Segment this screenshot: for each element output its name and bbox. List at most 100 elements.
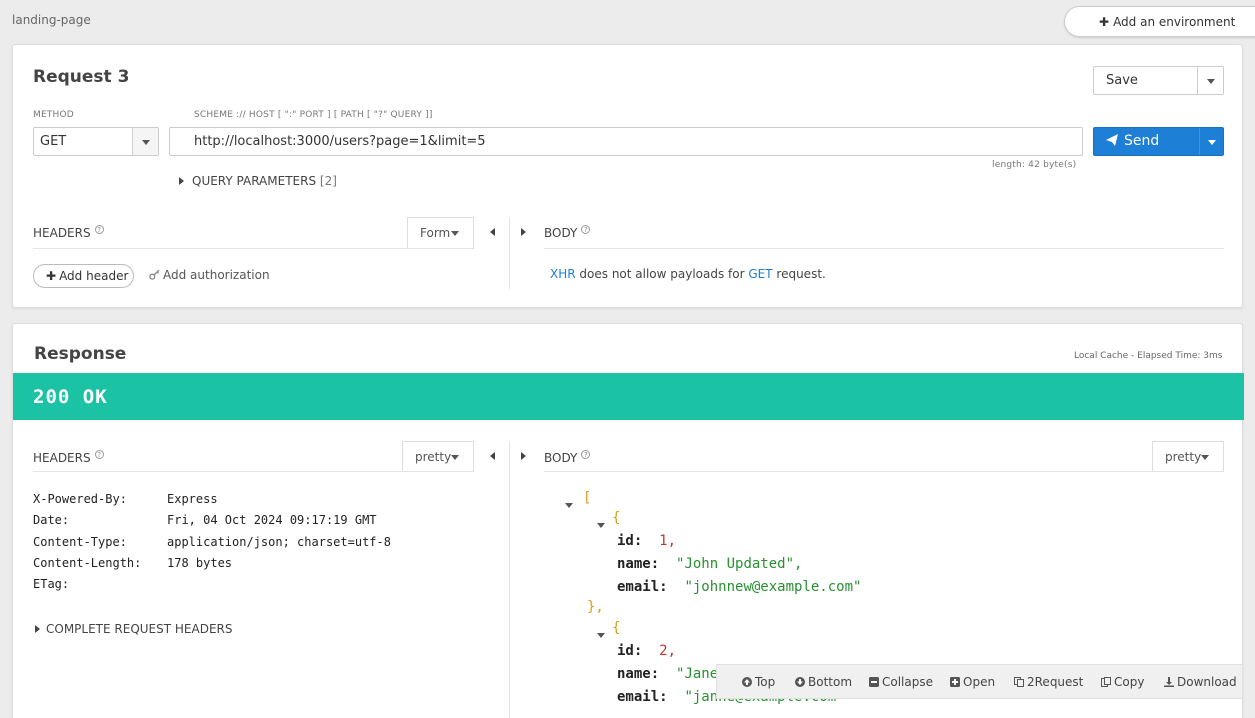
response-panel: Response Local Cache - Elapsed Time: 3ms… — [12, 323, 1244, 718]
headers-mode-value: Form — [420, 226, 451, 240]
chevron-down-icon — [141, 139, 150, 145]
top-label: Top — [755, 675, 776, 689]
open-button[interactable]: Open — [950, 675, 995, 689]
json-open-bracket: [ — [583, 490, 592, 506]
complete-request-headers-toggle[interactable]: COMPLETE REQUEST HEADERS — [35, 622, 233, 636]
scroll-top-button[interactable]: Top — [742, 675, 775, 689]
divider — [544, 471, 1224, 472]
divider — [33, 248, 474, 249]
add-authorization-label: Add authorization — [163, 268, 270, 282]
help-icon[interactable]: ? — [94, 225, 104, 234]
header-row: ETag: — [33, 574, 391, 595]
complete-request-headers-label: COMPLETE REQUEST HEADERS — [46, 622, 233, 636]
response-body-heading: BODY? — [544, 450, 591, 465]
add-environment-label: Add an environment — [1113, 15, 1236, 29]
expand-right-icon[interactable] — [521, 452, 526, 460]
request-headers-heading: HEADERS? — [33, 225, 104, 240]
body-message: XHR does not allow payloads for GET requ… — [550, 267, 826, 281]
divider — [509, 441, 510, 718]
header-key: Content-Type: — [33, 534, 127, 549]
method-dropdown-toggle[interactable] — [132, 128, 158, 155]
save-button[interactable]: Save — [1093, 66, 1224, 95]
open-label: Open — [963, 675, 996, 689]
caret-down-icon — [597, 523, 605, 528]
body-message-text: does not allow payloads for — [575, 267, 749, 281]
method-label: METHOD — [33, 110, 74, 120]
header-row: Content-Type: application/json; charset=u… — [33, 532, 391, 553]
help-icon[interactable]: ? — [94, 450, 104, 459]
response-body-mode-select[interactable]: pretty — [1152, 441, 1224, 472]
to-request-label: 2Request — [1027, 675, 1084, 689]
save-label: Save — [1106, 73, 1138, 88]
caret-right-icon — [179, 177, 184, 185]
plus-square-icon — [950, 677, 960, 687]
divider — [544, 248, 1224, 249]
divider — [33, 471, 474, 472]
response-headers-mode-select[interactable]: pretty — [402, 441, 474, 472]
header-row: Date: Fri, 04 Oct 2024 09:17:19 GMT — [33, 510, 391, 531]
collapse-object-toggle[interactable] — [597, 516, 605, 532]
collapse-left-icon[interactable] — [490, 452, 495, 460]
plus-icon: ✚ — [1099, 15, 1110, 29]
header-value: Express — [167, 492, 218, 506]
download-button[interactable]: Download — [1164, 675, 1237, 689]
json-key: name: — [617, 666, 660, 682]
json-number: 1, — [659, 533, 677, 549]
xhr-link[interactable]: XHR — [550, 267, 576, 281]
download-label: Download — [1177, 675, 1237, 689]
send-dropdown-toggle[interactable] — [1199, 128, 1223, 155]
divider — [509, 217, 510, 289]
plus-icon: ✚ — [46, 269, 57, 283]
clipboard-icon — [1101, 677, 1111, 687]
copy-files-icon — [1014, 677, 1024, 687]
request-title: Request 3 — [33, 67, 130, 87]
url-input[interactable]: http://localhost:3000/users?page=1&limit… — [169, 127, 1083, 156]
scroll-bottom-button[interactable]: Bottom — [795, 675, 852, 689]
breadcrumb: landing-page — [12, 13, 91, 27]
caret-down-icon — [565, 503, 573, 508]
json-number: 2, — [659, 643, 677, 659]
copy-button[interactable]: Copy — [1101, 675, 1144, 689]
header-value: application/json; charset=utf-8 — [167, 534, 391, 549]
response-title: Response — [34, 344, 127, 364]
collapse-label: Collapse — [882, 675, 933, 689]
header-row: X-Powered-By: Express — [33, 489, 391, 510]
json-toolbar: Top Bottom Collapse Open 2Request Copy D… — [716, 664, 1243, 699]
response-headers-label: HEADERS — [33, 451, 91, 465]
query-parameters-label: QUERY PARAMETERS — [192, 174, 317, 188]
save-dropdown-toggle[interactable] — [1197, 67, 1223, 94]
help-icon[interactable]: ? — [581, 225, 591, 234]
query-parameters-count: [2] — [319, 174, 337, 188]
json-open-brace: { — [612, 510, 621, 526]
paper-plane-icon — [1106, 134, 1118, 146]
bottom-label: Bottom — [808, 675, 853, 689]
expand-right-icon[interactable] — [521, 228, 526, 236]
method-select[interactable]: GET — [33, 127, 159, 156]
header-key: ETag: — [33, 577, 70, 592]
header-value: Fri, 04 Oct 2024 09:17:19 GMT — [167, 513, 377, 528]
response-headers-heading: HEADERS? — [33, 450, 104, 465]
help-icon[interactable]: ? — [581, 450, 591, 459]
collapse-object-toggle[interactable] — [597, 626, 605, 642]
header-row: Content-Length: 178 bytes — [33, 553, 391, 574]
chevron-down-icon — [451, 455, 459, 460]
json-key: id: — [617, 643, 643, 659]
collapse-array-toggle[interactable] — [565, 496, 573, 512]
json-close-brace: }, — [587, 599, 604, 615]
request-body-heading: BODY? — [544, 225, 591, 240]
send-button[interactable]: Send — [1093, 127, 1224, 156]
method-link[interactable]: GET — [748, 267, 772, 281]
add-header-label: Add header — [59, 269, 129, 283]
add-header-button[interactable]: ✚ Add header — [33, 264, 134, 288]
to-request-button[interactable]: 2Request — [1014, 675, 1083, 689]
add-authorization-link[interactable]: Add authorization — [149, 268, 270, 282]
headers-mode-select[interactable]: Form — [407, 217, 474, 248]
caret-down-icon — [597, 633, 605, 638]
method-value: GET — [40, 134, 67, 149]
response-body-mode-value: pretty — [1165, 450, 1202, 464]
query-parameters-toggle[interactable]: QUERY PARAMETERS [2] — [179, 174, 337, 188]
collapse-left-icon[interactable] — [490, 228, 495, 236]
response-meta: Local Cache - Elapsed Time: 3ms — [1074, 351, 1223, 361]
add-environment-button[interactable]: ✚ Add an environment — [1064, 6, 1255, 37]
collapse-button[interactable]: Collapse — [869, 675, 933, 689]
